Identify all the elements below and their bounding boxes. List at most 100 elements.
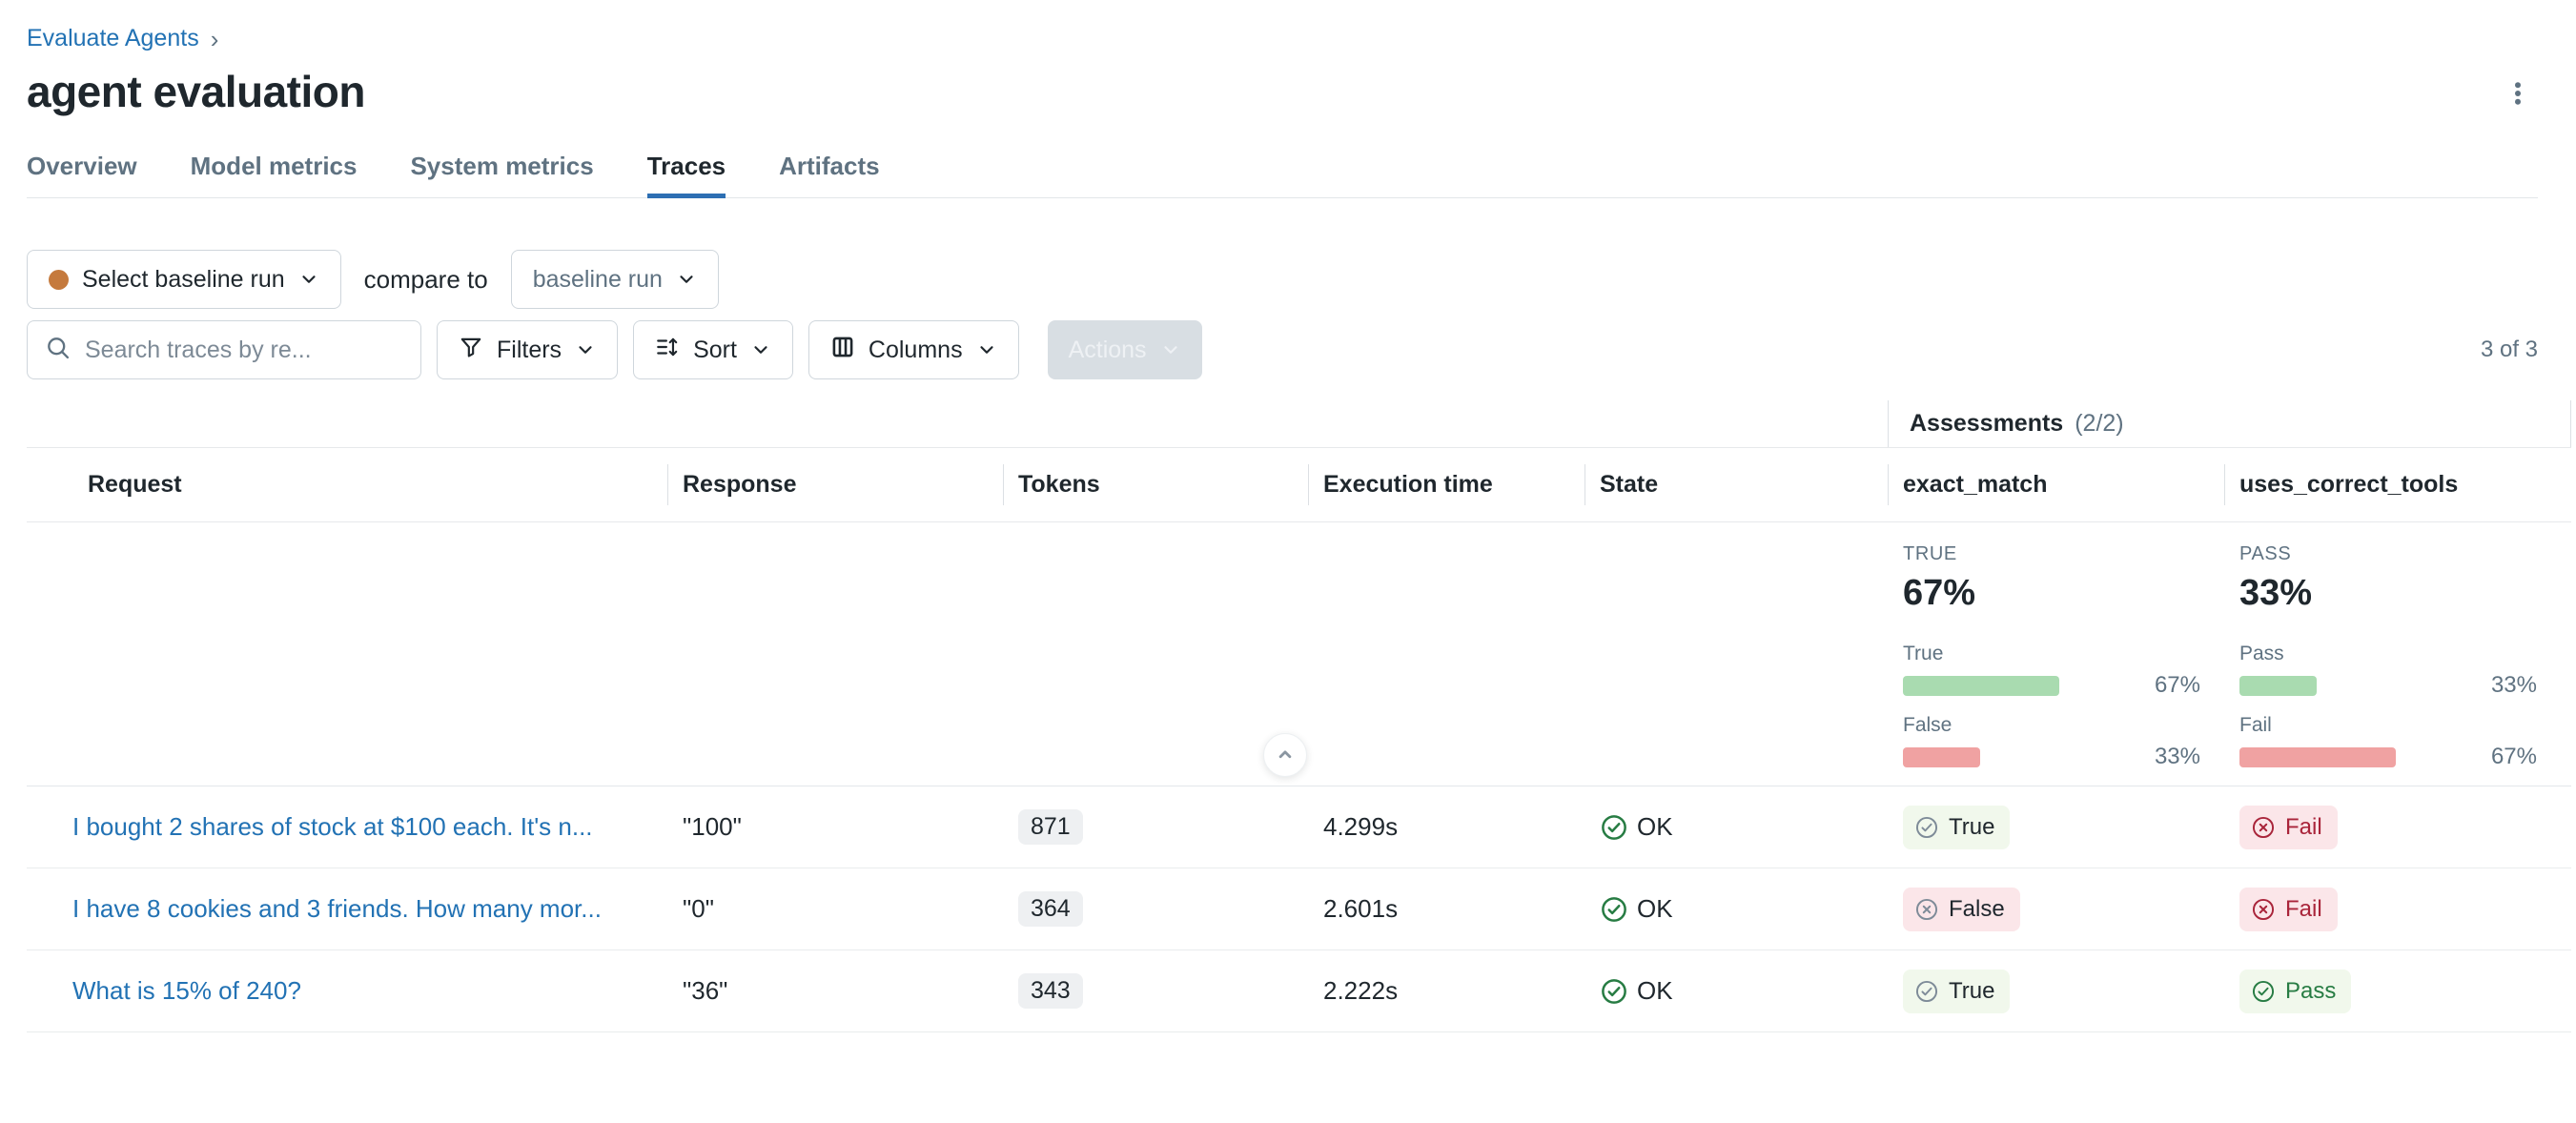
request-link[interactable]: I have 8 cookies and 3 friends. How many… [72,894,602,924]
x-circle-icon [1914,897,1939,922]
response-cell: "36" [667,950,1003,1031]
state-label: OK [1637,976,1673,1006]
collapse-summary-button[interactable] [1263,733,1307,777]
state-badge: OK [1600,976,1673,1006]
exact-match-pill-false: False [1903,888,2020,931]
exact-match-false-value: 33% [2155,744,2200,770]
tab-traces[interactable]: Traces [647,152,726,197]
execution-time-cell: 2.222s [1308,950,1584,1031]
column-header-request[interactable]: Request [27,448,667,521]
uses-correct-tools-pass-label: Pass [2239,643,2537,665]
uses-correct-tools-fail-bar [2239,747,2473,767]
pill-label: True [1949,978,1994,1005]
assessments-label: Assessments [1910,410,2063,438]
tab-model-metrics[interactable]: Model metrics [191,152,358,197]
search-traces-box [27,320,421,379]
exact-match-true-bar [1903,676,2136,696]
tab-overview[interactable]: Overview [27,152,137,197]
chevron-down-icon [575,339,596,360]
chevron-down-icon [676,269,697,290]
sort-label: Sort [693,337,737,364]
tokens-badge: 871 [1018,809,1083,845]
select-baseline-run-button[interactable]: Select baseline run [27,250,341,309]
state-label: OK [1637,812,1673,842]
tokens-badge: 364 [1018,891,1083,927]
chevron-down-icon [1160,339,1181,360]
state-badge: OK [1600,894,1673,924]
column-header-uses-correct-tools[interactable]: uses_correct_tools [2224,448,2571,521]
tab-artifacts[interactable]: Artifacts [779,152,879,197]
x-circle-icon [2251,897,2276,922]
traces-table: Assessments (2/2) Request Response Token… [27,400,2571,1032]
pill-label: Fail [2285,896,2322,923]
assessments-count: (2/2) [2075,410,2123,438]
tab-bar: Overview Model metrics System metrics Tr… [27,152,2538,198]
uses-correct-tools-fail-value: 67% [2491,744,2537,770]
uses-correct-tools-pill-fail: Fail [2239,888,2338,931]
tab-system-metrics[interactable]: System metrics [410,152,593,197]
column-header-tokens[interactable]: Tokens [1003,448,1308,521]
chevron-down-icon [298,269,319,290]
column-header-response[interactable]: Response [667,448,1003,521]
exact-match-pill-true: True [1903,970,2010,1013]
check-circle-icon [1600,977,1628,1006]
check-circle-icon [1914,815,1939,840]
check-circle-icon [1600,895,1628,924]
breadcrumb-link-evaluate-agents[interactable]: Evaluate Agents [27,25,199,52]
uses-correct-tools-top-label: PASS [2239,543,2571,565]
uses-correct-tools-pass-value: 33% [2491,672,2537,699]
uses-correct-tools-fail-label: Fail [2239,714,2537,737]
uses-correct-tools-top-value: 33% [2239,573,2571,614]
check-circle-icon [2251,979,2276,1004]
exact-match-summary: TRUE 67% True 67% False 33% [1888,522,2224,786]
execution-time-cell: 2.601s [1308,868,1584,949]
baseline-run-dropdown[interactable]: baseline run [511,250,719,309]
exact-match-top-value: 67% [1903,573,2224,614]
uses-correct-tools-pill-fail: Fail [2239,806,2338,849]
chevron-up-icon [1273,742,1298,769]
filters-button[interactable]: Filters [437,320,618,379]
baseline-run-dropdown-label: baseline run [533,266,663,294]
response-cell: "0" [667,868,1003,949]
sort-icon [655,335,680,366]
result-count: 3 of 3 [2481,337,2538,363]
sort-button[interactable]: Sort [633,320,793,379]
exact-match-true-value: 67% [2155,672,2200,699]
columns-label: Columns [869,337,963,364]
uses-correct-tools-pass-bar [2239,676,2473,696]
columns-button[interactable]: Columns [808,320,1019,379]
execution-time-cell: 4.299s [1308,786,1584,868]
table-row[interactable]: I bought 2 shares of stock at $100 each.… [27,786,2571,868]
page-title: agent evaluation [27,66,365,117]
search-icon [45,335,72,366]
exact-match-true-label: True [1903,643,2200,665]
chevron-down-icon [976,339,997,360]
pill-label: Fail [2285,814,2322,841]
actions-button[interactable]: Actions [1048,320,1202,379]
table-row[interactable]: What is 15% of 240? "36" 343 2.222s OK T… [27,950,2571,1032]
uses-correct-tools-pill-pass: Pass [2239,970,2351,1013]
request-link[interactable]: What is 15% of 240? [72,976,301,1006]
uses-correct-tools-summary: PASS 33% Pass 33% Fail 67% [2224,522,2571,786]
column-header-state[interactable]: State [1584,448,1888,521]
state-badge: OK [1600,812,1673,842]
exact-match-false-bar [1903,747,2136,767]
agent-evaluation-page: Evaluate Agents › agent evaluation Overv… [0,0,2576,1123]
filters-label: Filters [497,337,562,364]
request-link[interactable]: I bought 2 shares of stock at $100 each.… [72,812,593,842]
select-baseline-run-label: Select baseline run [82,266,285,294]
exact-match-pill-true: True [1903,806,2010,849]
check-circle-icon [1600,813,1628,842]
actions-label: Actions [1069,337,1147,364]
overflow-menu-button[interactable] [2498,73,2538,116]
table-header-row: Request Response Tokens Execution time S… [27,448,2571,522]
filter-funnel-icon [459,335,483,366]
column-header-exact-match[interactable]: exact_match [1888,448,2224,521]
pill-label: False [1949,896,2005,923]
table-row[interactable]: I have 8 cookies and 3 friends. How many… [27,868,2571,950]
column-header-execution-time[interactable]: Execution time [1308,448,1584,521]
response-cell: "100" [667,786,1003,868]
pill-label: True [1949,814,1994,841]
search-input[interactable] [85,337,403,364]
assessments-group-row: Assessments (2/2) [27,400,2571,448]
